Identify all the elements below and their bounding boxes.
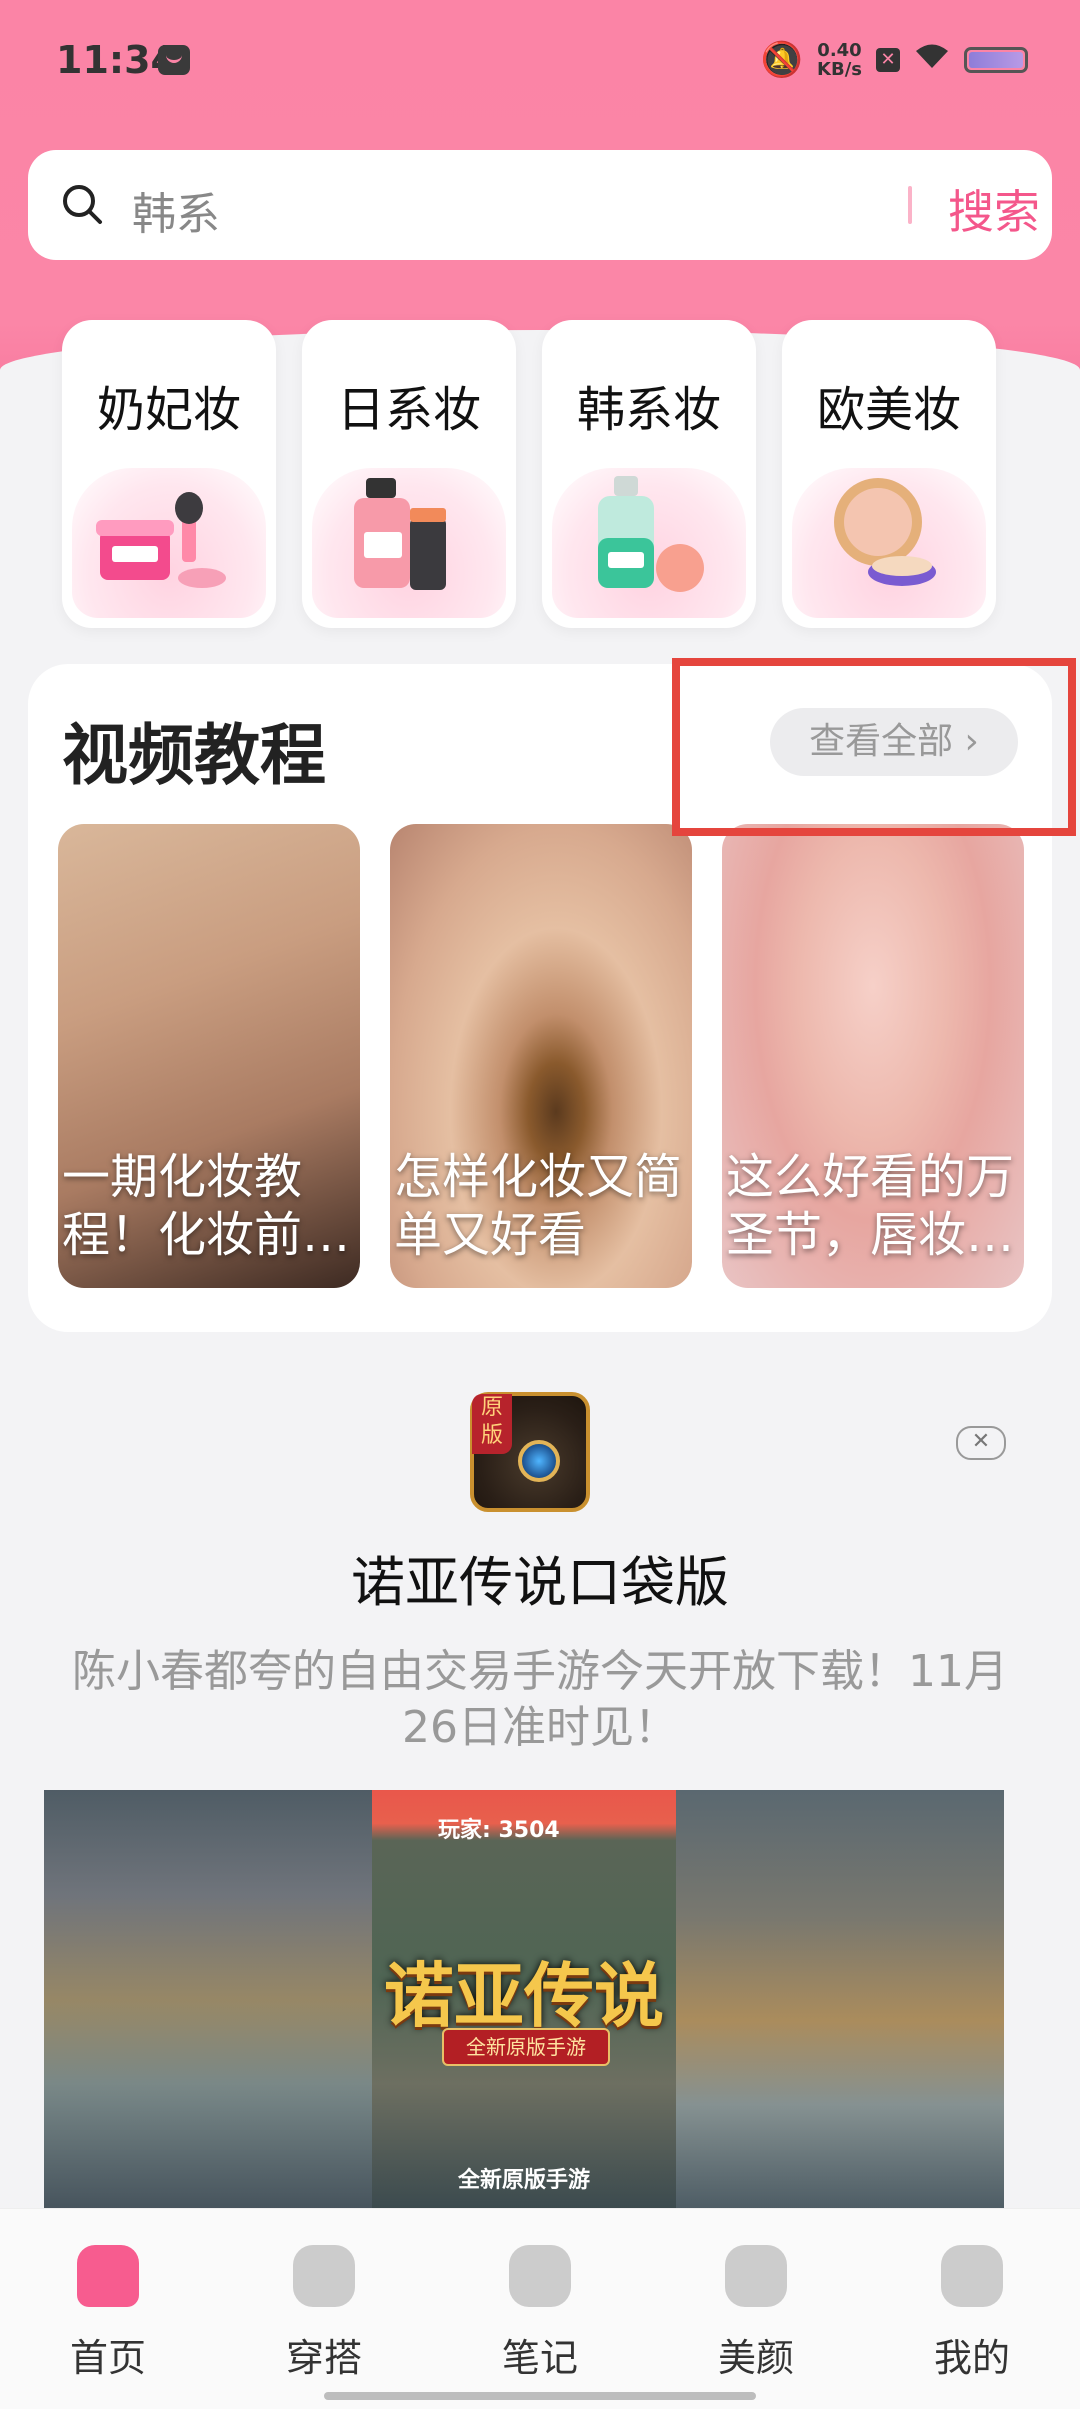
video-caption: 一期化妆教程！化妆前… [62,1149,351,1263]
wifi-icon [914,42,950,78]
nav-beauty[interactable]: 美颜 [686,2245,826,2382]
ad-game-title: 诺亚传说 [384,1955,664,2037]
ad-media[interactable]: 玩家: 3504 诺亚传说 全新原版手游 全新原版手游 [44,1790,1004,2210]
category-label: 奶妃妆 [96,382,241,438]
ad-media-blur-left [44,1790,374,2210]
nav-label: 穿搭 [285,2336,362,2380]
nav-outfit[interactable]: 穿搭 [254,2245,394,2382]
category-label: 欧美妆 [816,382,961,438]
search-input[interactable]: 韩系 [132,178,220,242]
video-thumbnail[interactable]: 这么好看的万圣节，唇妆… [722,824,1024,1288]
video-caption: 怎样化妆又简单又好看 [394,1149,683,1263]
ad-game-score: 玩家: 3504 [438,1818,560,1843]
category-card-western[interactable]: 欧美妆 [782,320,996,628]
video-caption: 这么好看的万圣节，唇妆… [726,1149,1015,1263]
cosmetics-bottle-icon [312,468,506,618]
powder-compact-icon [792,468,986,618]
ad-close-button[interactable]: ✕ [956,1426,1006,1460]
mute-bell-icon: 🔕 [760,40,804,80]
category-card-naifei[interactable]: 奶妃妆 [62,320,276,628]
home-indicator[interactable] [324,2392,756,2400]
category-card-korean[interactable]: 韩系妆 [542,320,756,628]
net-speed-value: 0.40 [817,40,862,61]
highlight-box [672,658,1076,836]
search-button[interactable]: 搜索 [948,176,1040,242]
ad-description: 陈小春都夸的自由交易手游今天开放下载！11月26日准时见！ [72,1646,1008,1753]
video-list: 一期化妆教程！化妆前… 怎样化妆又简单又好看 这么好看的万圣节，唇妆… [58,824,1024,1288]
status-bar: 11:34 🔕 0.40 KB/s ✕ [0,0,1080,120]
video-thumbnail[interactable]: 一期化妆教程！化妆前… [58,824,360,1288]
nav-label: 首页 [69,2336,146,2380]
makeup-brush-icon [725,2245,787,2307]
nav-notes[interactable]: 笔记 [470,2245,610,2382]
cosmetics-jar-icon [72,468,266,618]
status-icons: 🔕 0.40 KB/s ✕ [761,40,1028,80]
ad-game-tagline: 全新原版手游 [442,2028,610,2066]
sim-off-icon: ✕ [876,48,900,72]
net-speed-unit: KB/s [817,59,862,80]
ad-title[interactable]: 诺亚传说口袋版 [0,1538,1080,1617]
nav-profile[interactable]: 我的 [902,2245,1042,2382]
nav-label: 我的 [933,2336,1010,2380]
makeup-category-list: 奶妃妆 日系妆 韩系妆 欧美妆 [62,320,996,628]
clothes-icon [293,2245,355,2307]
search-divider [908,186,912,224]
profile-icon [941,2245,1003,2307]
ad-media-blur-right [674,1790,1004,2210]
search-bar[interactable]: 韩系 搜索 [28,150,1052,260]
battery-icon [964,47,1028,73]
star-note-icon [509,2245,571,2307]
notification-app-icon [158,45,190,75]
logo-badge: 原版 [472,1394,512,1454]
home-icon [77,2245,139,2307]
logo-emblem-icon [518,1440,560,1482]
video-thumbnail[interactable]: 怎样化妆又简单又好看 [390,824,692,1288]
ad-video-frame: 玩家: 3504 诺亚传说 全新原版手游 全新原版手游 [372,1790,676,2210]
game-logo-icon[interactable]: 原版 [470,1392,590,1512]
toner-bottle-icon [552,468,746,618]
net-speed: 0.40 KB/s [817,41,862,79]
section-title: 视频教程 [62,717,326,794]
category-label: 韩系妆 [576,382,721,438]
nav-home[interactable]: 首页 [38,2245,178,2382]
bottom-navigation: 首页 穿搭 笔记 美颜 我的 [0,2208,1080,2409]
ad-game-footer: 全新原版手游 [457,2168,590,2193]
search-icon [63,185,102,224]
nav-label: 笔记 [501,2336,578,2380]
category-label: 日系妆 [336,382,481,438]
nav-label: 美颜 [717,2336,794,2380]
category-card-japanese[interactable]: 日系妆 [302,320,516,628]
